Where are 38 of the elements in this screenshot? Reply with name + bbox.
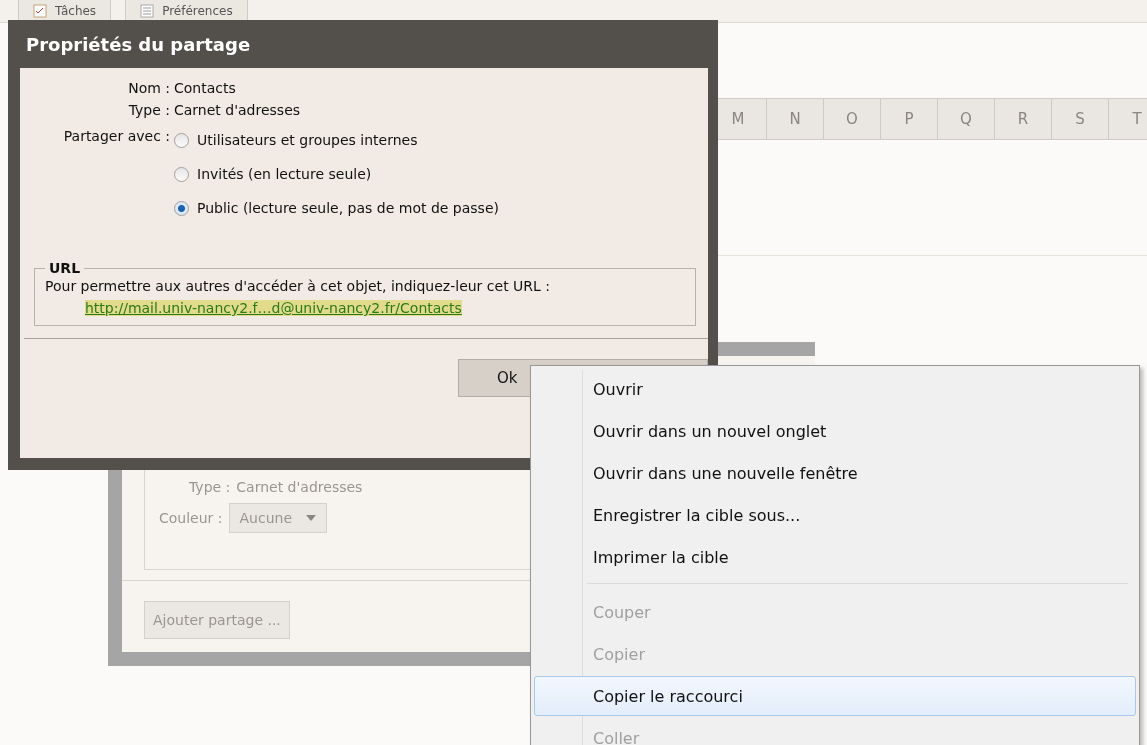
radio-button[interactable] (174, 132, 189, 148)
tab-label: Préférences (162, 3, 233, 18)
radio-button[interactable] (174, 200, 189, 216)
task-list-icon (33, 3, 47, 18)
radio-option[interactable]: Public (lecture seule, pas de mot de passe) (174, 200, 708, 216)
dialog-title: Propriétés du partage (25, 32, 252, 57)
menu-item[interactable]: Ouvrir dans une nouvelle fenêtre (534, 453, 1136, 494)
tab[interactable]: Préférences (125, 0, 248, 22)
menu-item[interactable]: Imprimer la cible (534, 537, 1136, 578)
field-value: Contacts (174, 80, 237, 96)
letter-filter[interactable]: R (995, 99, 1052, 139)
field-label: Type : (189, 479, 231, 495)
field-label: Type : (128, 102, 170, 118)
radio-option[interactable]: Utilisateurs et groupes internes (174, 132, 708, 148)
menu-item[interactable]: Ouvrir (534, 370, 1136, 410)
field-value: Carnet d'adresses (174, 102, 302, 118)
menu-item[interactable]: Enregistrer la cible sous... (534, 495, 1136, 536)
radio-option[interactable]: Invités (en lecture seule) (174, 166, 708, 182)
tab-label: Tâches (55, 3, 97, 18)
instruction-text: Pour permettre aux autres d'accéder à cet objet, indiquez-leur cet URL : (45, 278, 551, 294)
group-legend: URL (45, 260, 85, 276)
letter-filter[interactable]: Q (938, 99, 995, 139)
letter-filter[interactable]: P (881, 99, 938, 139)
menu-item[interactable]: Copier le raccourci (534, 676, 1136, 717)
field-label: Nom : (128, 80, 170, 96)
field-label: Couleur : (159, 510, 223, 526)
letter-filter[interactable]: N (767, 99, 824, 139)
url-link[interactable]: http://mail.univ-nancy2.f…d@univ-nancy2.fr/Contacts (85, 300, 462, 316)
field-value: Carnet d'adresses (236, 479, 363, 495)
letter-filter[interactable]: T (1109, 99, 1147, 139)
letter-filter[interactable]: O (824, 99, 881, 139)
list-icon (140, 3, 155, 18)
menu-item[interactable]: Ouvrir dans un nouvel onglet (534, 411, 1136, 452)
letter-filter[interactable]: S (1052, 99, 1109, 139)
caret-icon (306, 515, 317, 521)
field-label: Partager avec : (63, 127, 170, 144)
radio-button[interactable] (174, 166, 189, 182)
tab[interactable]: Tâches (18, 0, 112, 22)
